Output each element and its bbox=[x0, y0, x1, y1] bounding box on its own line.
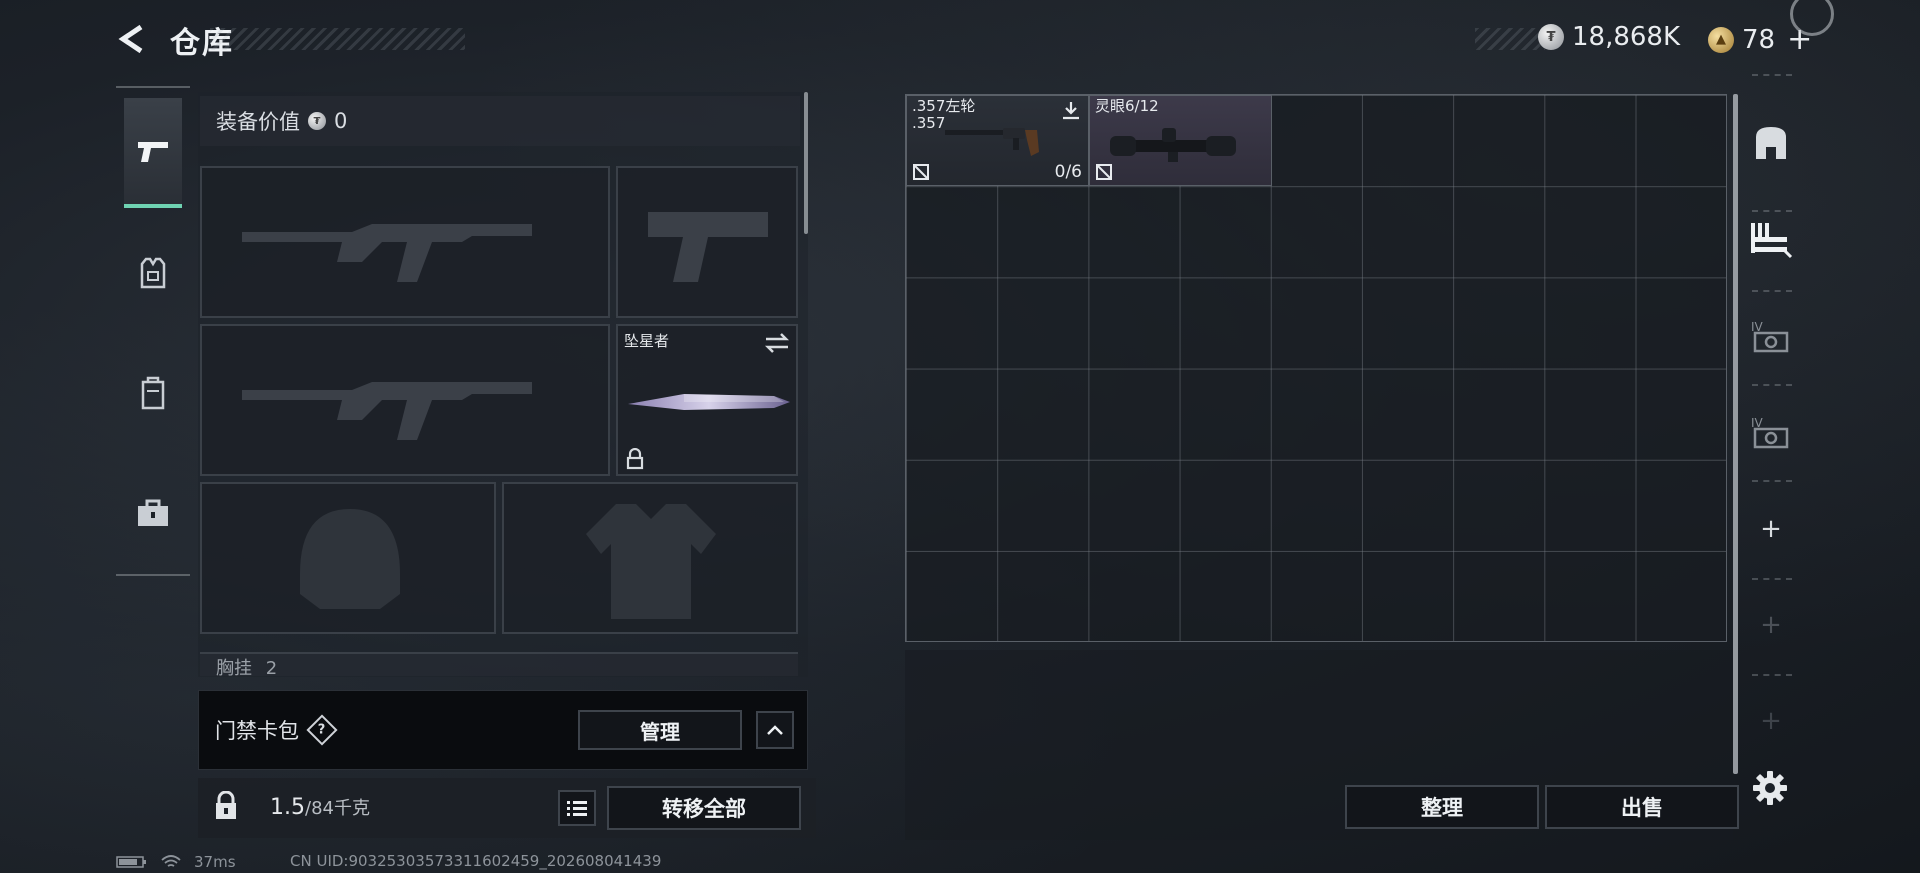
vest-icon bbox=[140, 257, 166, 289]
chevron-up-icon bbox=[767, 725, 783, 735]
keycard-label: 门禁卡包 bbox=[215, 719, 299, 743]
rail-container-1[interactable]: IV bbox=[1746, 312, 1796, 362]
lock-icon bbox=[626, 448, 644, 470]
revolver-icon bbox=[945, 128, 1039, 156]
backpack-icon bbox=[1756, 127, 1786, 159]
chest-rig-row[interactable]: 胸挂 2 bbox=[200, 652, 798, 676]
user-uid: CN UID:90325303573311602459_202608041439 bbox=[290, 852, 662, 870]
profile-ring-icon[interactable] bbox=[1790, 0, 1834, 36]
wifi-icon bbox=[161, 855, 181, 867]
list-icon bbox=[567, 801, 587, 816]
rifle-placeholder-icon bbox=[242, 382, 532, 440]
category-containers[interactable] bbox=[124, 338, 182, 448]
rail-backpack[interactable] bbox=[1746, 118, 1796, 168]
gold-coin-icon: ▲ bbox=[1708, 26, 1734, 53]
scope-icon bbox=[1110, 128, 1236, 162]
helmet-slot[interactable] bbox=[200, 482, 496, 634]
equipment-scrollbar[interactable] bbox=[804, 92, 808, 234]
rail-divider bbox=[1752, 480, 1792, 482]
item-name: 灵眼6/12 bbox=[1095, 97, 1159, 115]
container-iv-icon: IV bbox=[1751, 320, 1789, 353]
list-view-button[interactable] bbox=[558, 790, 596, 826]
collapse-button[interactable] bbox=[756, 711, 794, 749]
rail-divider bbox=[1752, 674, 1792, 676]
stash-shelf-icon bbox=[1751, 223, 1793, 259]
gold-amount: 78 bbox=[1742, 24, 1776, 55]
gear-icon[interactable] bbox=[1752, 770, 1788, 806]
title-decoration bbox=[210, 28, 465, 50]
silver-coin-icon: ₮ bbox=[308, 112, 326, 130]
rail-divider bbox=[1752, 290, 1792, 292]
chest-rig-label: 胸挂 bbox=[216, 658, 252, 676]
status-strip: 37ms bbox=[116, 852, 236, 872]
silver-currency: ₮ 18,868K bbox=[1538, 22, 1680, 52]
backpack-icon bbox=[141, 376, 165, 410]
back-button[interactable] bbox=[112, 20, 152, 58]
rail-divider bbox=[1752, 578, 1792, 580]
rail-add-slot[interactable]: + bbox=[1756, 514, 1786, 544]
rail-divider bbox=[1752, 384, 1792, 386]
body-armor-slot[interactable] bbox=[502, 482, 798, 634]
weight-readout: 1.5/84千克 bbox=[270, 794, 370, 820]
insured-flag-icon bbox=[1096, 164, 1112, 180]
silver-amount: 18,868K bbox=[1572, 22, 1681, 52]
ping-value: 37ms bbox=[194, 853, 236, 871]
pistol-icon bbox=[138, 142, 168, 162]
sidearm-slot[interactable] bbox=[616, 166, 798, 318]
rail-container-2[interactable]: IV bbox=[1746, 408, 1796, 458]
pistol-placeholder-icon bbox=[648, 212, 768, 282]
help-icon[interactable]: ? bbox=[306, 714, 338, 746]
rail-add-slot[interactable]: + bbox=[1756, 610, 1786, 640]
melee-name: 坠星者 bbox=[624, 332, 670, 350]
primary-weapon-slot-1[interactable] bbox=[200, 166, 610, 318]
stash-scrollbar[interactable] bbox=[1733, 94, 1738, 774]
weight-lock-icon bbox=[216, 791, 236, 819]
sort-button[interactable]: 整理 bbox=[1345, 785, 1539, 829]
helmet-placeholder-icon bbox=[300, 509, 400, 609]
chest-rig-count: 2 bbox=[265, 658, 278, 676]
equipment-value-label: 装备价值 bbox=[216, 110, 300, 134]
rail-divider bbox=[1752, 74, 1792, 76]
rail-divider bbox=[1752, 210, 1792, 212]
back-arrow-icon bbox=[118, 24, 143, 54]
armor-placeholder-icon bbox=[586, 504, 716, 619]
currency-decoration bbox=[1475, 28, 1545, 50]
stash-grid[interactable]: .357左轮 .357 0/6 灵眼6/12 bbox=[905, 94, 1727, 642]
stash-item-scope[interactable]: 灵眼6/12 bbox=[1089, 95, 1272, 186]
silver-coin-icon: ₮ bbox=[1538, 24, 1564, 50]
knife-icon bbox=[628, 394, 790, 410]
primary-weapon-slot-2[interactable] bbox=[200, 324, 610, 476]
swap-icon[interactable] bbox=[764, 332, 790, 354]
rifle-placeholder-icon bbox=[242, 224, 532, 282]
rail-add-slot[interactable]: + bbox=[1756, 706, 1786, 736]
sell-button[interactable]: 出售 bbox=[1545, 785, 1739, 829]
insured-flag-icon bbox=[913, 164, 929, 180]
battery-icon bbox=[116, 856, 146, 868]
transfer-all-button[interactable]: 转移全部 bbox=[607, 786, 801, 830]
category-tools[interactable] bbox=[124, 458, 182, 568]
rail-stash-shelf[interactable] bbox=[1746, 214, 1796, 264]
stash-item-revolver[interactable]: .357左轮 .357 0/6 bbox=[906, 95, 1089, 186]
category-weapons[interactable] bbox=[124, 98, 182, 208]
equipment-value-amount: 0 bbox=[334, 109, 348, 133]
weight-current: 1.5 bbox=[270, 795, 305, 820]
container-iv-icon: IV bbox=[1751, 416, 1789, 449]
ammo-count: 0/6 bbox=[1054, 162, 1082, 182]
equipment-value-row: 装备价值 ₮ 0 bbox=[200, 96, 800, 146]
download-icon[interactable] bbox=[1060, 100, 1082, 122]
category-armor[interactable] bbox=[124, 218, 182, 328]
weight-lock-button[interactable] bbox=[198, 778, 254, 834]
manage-button[interactable]: 管理 bbox=[578, 710, 742, 750]
toolbox-icon bbox=[138, 499, 168, 526]
melee-slot[interactable]: 坠星者 bbox=[616, 324, 798, 476]
weight-max: /84千克 bbox=[305, 798, 370, 819]
